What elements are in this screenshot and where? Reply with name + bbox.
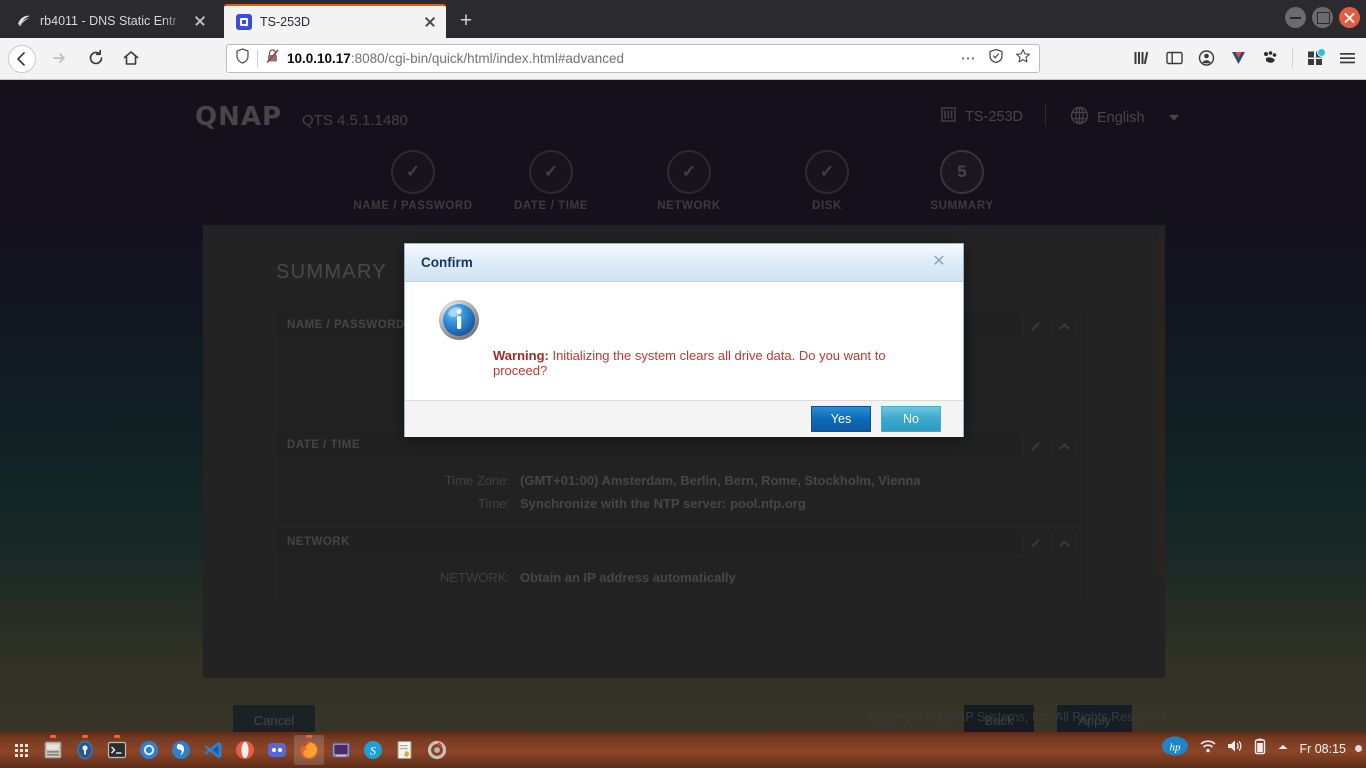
broken-lock-icon[interactable]: [265, 48, 280, 69]
sidebar-icon[interactable]: [1160, 44, 1188, 72]
clock[interactable]: Fr 08:15: [1299, 742, 1346, 756]
browser-toolbar-icons: [1128, 44, 1361, 72]
pidgin-icon[interactable]: [166, 735, 196, 765]
swirl-icon: [16, 13, 32, 29]
svg-text:S: S: [370, 744, 376, 758]
wifi-icon[interactable]: [1199, 738, 1217, 759]
volume-icon[interactable]: [1226, 738, 1244, 759]
qnap-icon: [236, 14, 252, 30]
hamburger-menu-icon[interactable]: [1333, 44, 1361, 72]
battery-icon[interactable]: [1253, 738, 1267, 760]
new-tab-button[interactable]: +: [452, 8, 480, 34]
taskbar-app-launchers: S: [6, 735, 452, 765]
dialog-footer: Yes No: [405, 400, 963, 437]
desktop-taskbar: S hp Fr 08:15: [0, 732, 1366, 768]
close-icon[interactable]: [422, 14, 438, 30]
chevron-up-icon[interactable]: [1276, 740, 1290, 758]
url-host: 10.0.10.17: [287, 51, 351, 66]
tweaks-icon[interactable]: [422, 735, 452, 765]
opera-icon[interactable]: [230, 735, 260, 765]
notes-icon[interactable]: [390, 735, 420, 765]
skype-icon[interactable]: S: [358, 735, 388, 765]
back-arrow-icon[interactable]: [8, 45, 36, 73]
url-text[interactable]: 10.0.10.17:8080/cgi-bin/quick/html/index…: [287, 51, 954, 66]
forward-arrow-icon: [45, 45, 73, 73]
ellipsis-icon[interactable]: ⋯: [961, 51, 978, 66]
window-controls: [1285, 7, 1360, 28]
gnome-icon[interactable]: [1256, 44, 1284, 72]
app-grid-icon[interactable]: [6, 735, 36, 765]
firefox-icon[interactable]: [294, 735, 324, 765]
dialog-title: Confirm: [421, 255, 473, 270]
warning-label: Warning:: [493, 348, 549, 363]
url-path: :8080/cgi-bin/quick/html/index.html#adva…: [350, 51, 624, 66]
discord-icon[interactable]: [262, 735, 292, 765]
vscode-icon[interactable]: [198, 735, 228, 765]
reload-icon[interactable]: [82, 45, 110, 73]
tab-title: TS-253D: [260, 15, 311, 29]
files-icon[interactable]: [38, 735, 68, 765]
close-icon[interactable]: [192, 13, 208, 29]
library-icon[interactable]: [1128, 44, 1156, 72]
maximize-button[interactable]: [1312, 7, 1333, 28]
hp-icon[interactable]: hp: [1160, 735, 1190, 762]
vivaldi-icon[interactable]: [1224, 44, 1252, 72]
virtualbox-icon[interactable]: [326, 735, 356, 765]
keepassxc-icon[interactable]: [70, 735, 100, 765]
account-icon[interactable]: [1192, 44, 1220, 72]
urlbar-divider: [257, 50, 258, 67]
minimize-button[interactable]: [1285, 7, 1306, 28]
shield-icon[interactable]: [235, 48, 250, 69]
browser-chrome: rb4011 - DNS Static Entr TS-253D + 10.0.…: [0, 0, 1366, 80]
yes-button[interactable]: Yes: [811, 406, 871, 432]
tab-title: rb4011 - DNS Static Entr: [40, 14, 177, 28]
dialog-body: Warning: Initializing the system clears …: [405, 282, 963, 400]
confirm-dialog: Confirm ✕ Warning: Initializing the syst…: [404, 243, 964, 437]
close-window-button[interactable]: [1339, 7, 1360, 28]
tab-strip: rb4011 - DNS Static Entr TS-253D +: [0, 0, 1366, 38]
browser-tab-inactive[interactable]: rb4011 - DNS Static Entr: [4, 4, 216, 38]
reader-mode-icon[interactable]: [988, 48, 1004, 69]
star-icon[interactable]: [1015, 48, 1031, 69]
no-button[interactable]: No: [881, 406, 941, 432]
taskbar-system-tray: hp Fr 08:15: [1160, 735, 1362, 762]
toolbar-divider: [1292, 48, 1293, 68]
extension-badge: [1317, 48, 1326, 57]
svg-text:hp: hp: [1170, 742, 1182, 754]
extensions-icon[interactable]: [1301, 44, 1329, 72]
url-bar[interactable]: 10.0.10.17:8080/cgi-bin/quick/html/index…: [226, 44, 1040, 73]
info-icon: [438, 299, 480, 341]
close-icon[interactable]: ✕: [929, 252, 949, 272]
qnap-qts-page: QNAP QTS 4.5.1.1480 TS-253D English ✓ NA…: [0, 80, 1366, 732]
dialog-message: Warning: Initializing the system clears …: [493, 348, 933, 379]
browser-tab-active[interactable]: TS-253D: [224, 4, 446, 38]
home-icon[interactable]: [117, 45, 145, 73]
warning-message: Initializing the system clears all drive…: [493, 348, 886, 379]
power-dot-icon[interactable]: [1355, 745, 1362, 752]
dialog-titlebar: Confirm ✕: [405, 244, 963, 282]
chromium-icon[interactable]: [134, 735, 164, 765]
terminal-icon[interactable]: [102, 735, 132, 765]
navigation-bar: 10.0.10.17:8080/cgi-bin/quick/html/index…: [0, 38, 1366, 80]
